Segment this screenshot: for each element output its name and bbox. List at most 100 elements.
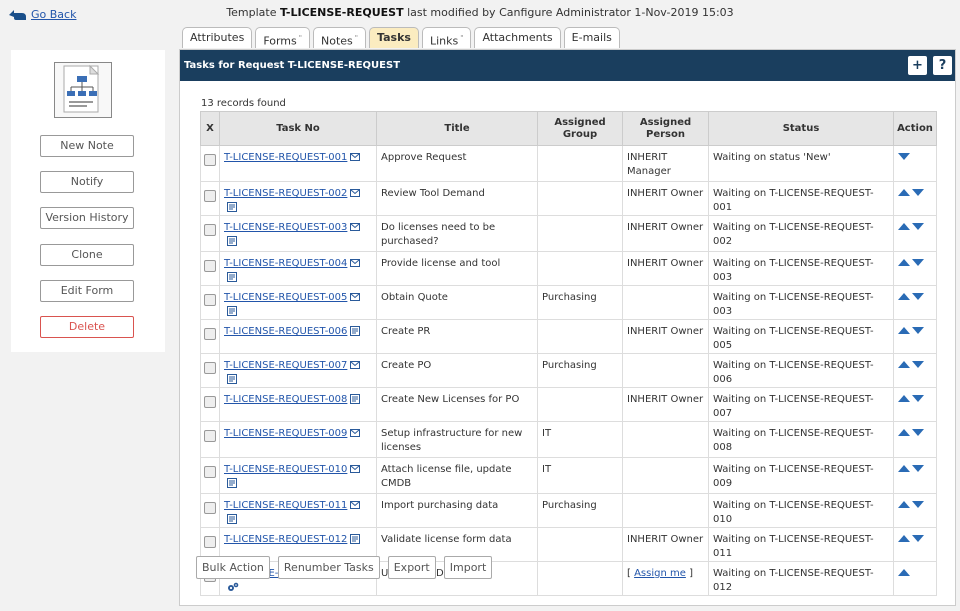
move-down-arrow-icon[interactable] bbox=[912, 293, 924, 300]
table-row[interactable]: T-LICENSE-REQUEST-005 Obtain Quote Purchas… bbox=[200, 285, 937, 320]
column-header-task-no[interactable]: Task No bbox=[219, 111, 377, 146]
move-up-arrow-icon[interactable] bbox=[898, 429, 910, 436]
add-task-button[interactable]: + bbox=[908, 56, 927, 75]
table-row[interactable]: T-LICENSE-REQUEST-007 Create PO Purchasing… bbox=[200, 353, 937, 388]
tab-notes[interactable]: Notes " bbox=[313, 27, 367, 48]
move-up-arrow-icon[interactable] bbox=[898, 535, 910, 542]
move-down-arrow-icon[interactable] bbox=[912, 395, 924, 402]
row-checkbox[interactable] bbox=[204, 430, 216, 442]
tab-attributes[interactable]: Attributes bbox=[182, 27, 253, 48]
move-down-arrow-icon[interactable] bbox=[912, 535, 924, 542]
table-row[interactable]: T-LICENSE-REQUEST-009 Setup infrastructur… bbox=[200, 421, 937, 458]
move-up-arrow-icon[interactable] bbox=[898, 361, 910, 368]
column-header-x[interactable]: X bbox=[200, 111, 220, 146]
column-header-assigned-group[interactable]: Assigned Group bbox=[537, 111, 623, 146]
move-down-arrow-icon[interactable] bbox=[912, 429, 924, 436]
row-checkbox[interactable] bbox=[204, 154, 216, 166]
version-history-button[interactable]: Version History bbox=[40, 207, 134, 229]
task-link[interactable]: T-LICENSE-REQUEST-008 bbox=[224, 394, 347, 405]
tab-forms[interactable]: Forms " bbox=[255, 27, 310, 48]
edit-form-button[interactable]: Edit Form bbox=[40, 280, 134, 302]
action-cell bbox=[893, 527, 937, 562]
row-checkbox[interactable] bbox=[204, 328, 216, 340]
task-link[interactable]: T-LICENSE-REQUEST-012 bbox=[224, 534, 347, 545]
table-row[interactable]: T-LICENSE-REQUEST-002 Review Tool Demand I… bbox=[200, 181, 937, 216]
row-checkbox[interactable] bbox=[204, 536, 216, 548]
task-link[interactable]: T-LICENSE-REQUEST-011 bbox=[224, 500, 347, 511]
move-up-arrow-icon[interactable] bbox=[898, 395, 910, 402]
import-button[interactable]: Import bbox=[443, 556, 493, 579]
tab-label: Tasks bbox=[377, 31, 411, 44]
renumber-tasks-button[interactable]: Renumber Tasks bbox=[277, 556, 380, 579]
task-link[interactable]: T-LICENSE-REQUEST-003 bbox=[224, 222, 347, 233]
select-cell bbox=[200, 145, 220, 182]
tab-links[interactable]: Links " bbox=[421, 27, 472, 48]
move-up-arrow-icon[interactable] bbox=[898, 189, 910, 196]
move-down-arrow-icon[interactable] bbox=[912, 223, 924, 230]
row-checkbox[interactable] bbox=[204, 224, 216, 236]
task-link[interactable]: T-LICENSE-REQUEST-001 bbox=[224, 152, 347, 163]
select-cell bbox=[200, 353, 220, 388]
table-row[interactable]: T-LICENSE-REQUEST-004 Provide license and… bbox=[200, 251, 937, 286]
title-cell: Create New Licenses for PO bbox=[376, 387, 538, 422]
task-link[interactable]: T-LICENSE-REQUEST-002 bbox=[224, 188, 347, 199]
table-row[interactable]: T-LICENSE-REQUEST-010 Attach license file… bbox=[200, 457, 937, 494]
form-icon bbox=[227, 374, 237, 384]
move-up-arrow-icon[interactable] bbox=[898, 501, 910, 508]
row-checkbox[interactable] bbox=[204, 260, 216, 272]
move-up-arrow-icon[interactable] bbox=[898, 259, 910, 266]
task-link[interactable]: T-LICENSE-REQUEST-004 bbox=[224, 258, 347, 269]
move-down-arrow-icon[interactable] bbox=[912, 259, 924, 266]
status-cell: Waiting on T-LICENSE-REQUEST-001 bbox=[708, 181, 894, 216]
table-row[interactable]: T-LICENSE-REQUEST-003 Do licenses need to… bbox=[200, 215, 937, 252]
new-note-button[interactable]: New Note bbox=[40, 135, 134, 157]
column-header-status[interactable]: Status bbox=[708, 111, 894, 146]
column-header-assigned-person[interactable]: Assigned Person bbox=[622, 111, 709, 146]
mail-icon bbox=[350, 153, 361, 161]
tab-attachments[interactable]: Attachments bbox=[474, 27, 561, 48]
action-cell bbox=[893, 457, 937, 494]
task-link[interactable]: T-LICENSE-REQUEST-010 bbox=[224, 464, 347, 475]
move-up-arrow-icon[interactable] bbox=[898, 465, 910, 472]
task-no-cell: T-LICENSE-REQUEST-001 bbox=[219, 145, 377, 182]
task-link[interactable]: T-LICENSE-REQUEST-007 bbox=[224, 360, 347, 371]
move-down-arrow-icon[interactable] bbox=[912, 465, 924, 472]
table-row[interactable]: T-LICENSE-REQUEST-006 Create PR INHERIT Ow… bbox=[200, 319, 937, 354]
task-link[interactable]: T-LICENSE-REQUEST-005 bbox=[224, 292, 347, 303]
help-button[interactable]: ? bbox=[933, 56, 952, 75]
delete-button[interactable]: Delete bbox=[40, 316, 134, 338]
row-checkbox[interactable] bbox=[204, 396, 216, 408]
row-checkbox[interactable] bbox=[204, 502, 216, 514]
assigned-person-cell: INHERIT Owner bbox=[622, 251, 709, 286]
move-down-arrow-icon[interactable] bbox=[898, 153, 910, 160]
task-link[interactable]: T-LICENSE-REQUEST-006 bbox=[224, 326, 347, 337]
assign-me-link[interactable]: Assign me bbox=[634, 568, 686, 579]
move-down-arrow-icon[interactable] bbox=[912, 501, 924, 508]
select-cell bbox=[200, 181, 220, 216]
move-up-arrow-icon[interactable] bbox=[898, 293, 910, 300]
notify-button[interactable]: Notify bbox=[40, 171, 134, 193]
row-checkbox[interactable] bbox=[204, 362, 216, 374]
tab-e-mails[interactable]: E-mails bbox=[563, 27, 620, 48]
column-header-title[interactable]: Title bbox=[376, 111, 538, 146]
tab-tasks[interactable]: Tasks bbox=[369, 27, 419, 48]
table-row[interactable]: T-LICENSE-REQUEST-001 Approve Request INHE… bbox=[200, 145, 937, 182]
row-checkbox[interactable] bbox=[204, 466, 216, 478]
table-row[interactable]: T-LICENSE-REQUEST-008 Create New Licenses… bbox=[200, 387, 937, 422]
move-down-arrow-icon[interactable] bbox=[912, 327, 924, 334]
move-up-arrow-icon[interactable] bbox=[898, 223, 910, 230]
move-up-arrow-icon[interactable] bbox=[898, 327, 910, 334]
move-down-arrow-icon[interactable] bbox=[912, 361, 924, 368]
table-row[interactable]: T-LICENSE-REQUEST-011 Import purchasing d… bbox=[200, 493, 937, 528]
move-up-arrow-icon[interactable] bbox=[898, 569, 910, 576]
export-button[interactable]: Export bbox=[387, 556, 436, 579]
move-down-arrow-icon[interactable] bbox=[912, 189, 924, 196]
assigned-person-cell bbox=[622, 353, 709, 388]
action-cell bbox=[893, 421, 937, 458]
clone-button[interactable]: Clone bbox=[40, 244, 134, 266]
bulk-action-button[interactable]: Bulk Action bbox=[196, 556, 270, 579]
row-checkbox[interactable] bbox=[204, 294, 216, 306]
task-link[interactable]: T-LICENSE-REQUEST-009 bbox=[224, 428, 347, 439]
row-checkbox[interactable] bbox=[204, 190, 216, 202]
assigned-person-cell bbox=[622, 493, 709, 528]
